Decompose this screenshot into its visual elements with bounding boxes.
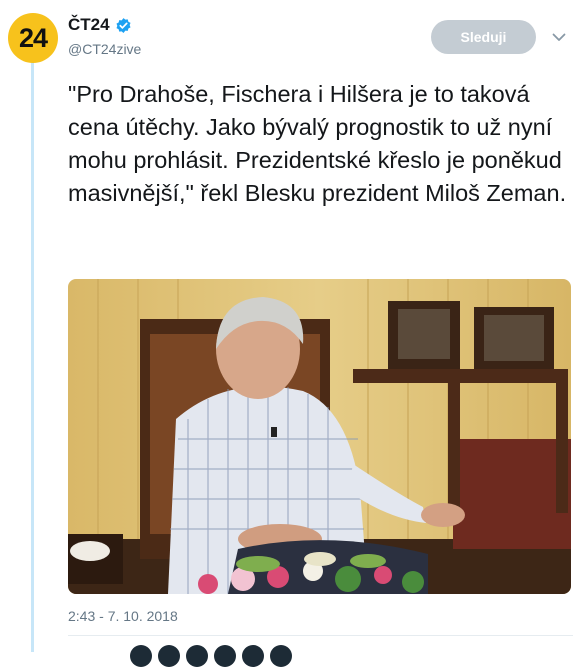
avatar — [130, 645, 152, 667]
avatar[interactable]: 24 — [8, 13, 58, 63]
thread-line — [31, 62, 34, 652]
chevron-down-icon[interactable] — [551, 29, 567, 45]
avatar — [270, 645, 292, 667]
account-name[interactable]: ČT24 — [68, 15, 132, 35]
tweet-timestamp[interactable]: 2:43 - 7. 10. 2018 — [68, 608, 178, 624]
tweet-photo[interactable] — [68, 279, 571, 594]
engagement-avatars — [130, 645, 292, 667]
account-handle[interactable]: @CT24zive — [68, 41, 141, 57]
display-name-text: ČT24 — [68, 15, 110, 34]
avatar — [186, 645, 208, 667]
verified-badge-icon — [115, 17, 132, 34]
divider — [68, 635, 573, 636]
avatar-label: 24 — [18, 22, 48, 53]
following-button[interactable]: Sleduji — [431, 20, 536, 54]
tweet-text: "Pro Drahoše, Fischera i Hilšera je to t… — [68, 81, 567, 206]
avatar — [158, 645, 180, 667]
avatar — [242, 645, 264, 667]
avatar — [214, 645, 236, 667]
